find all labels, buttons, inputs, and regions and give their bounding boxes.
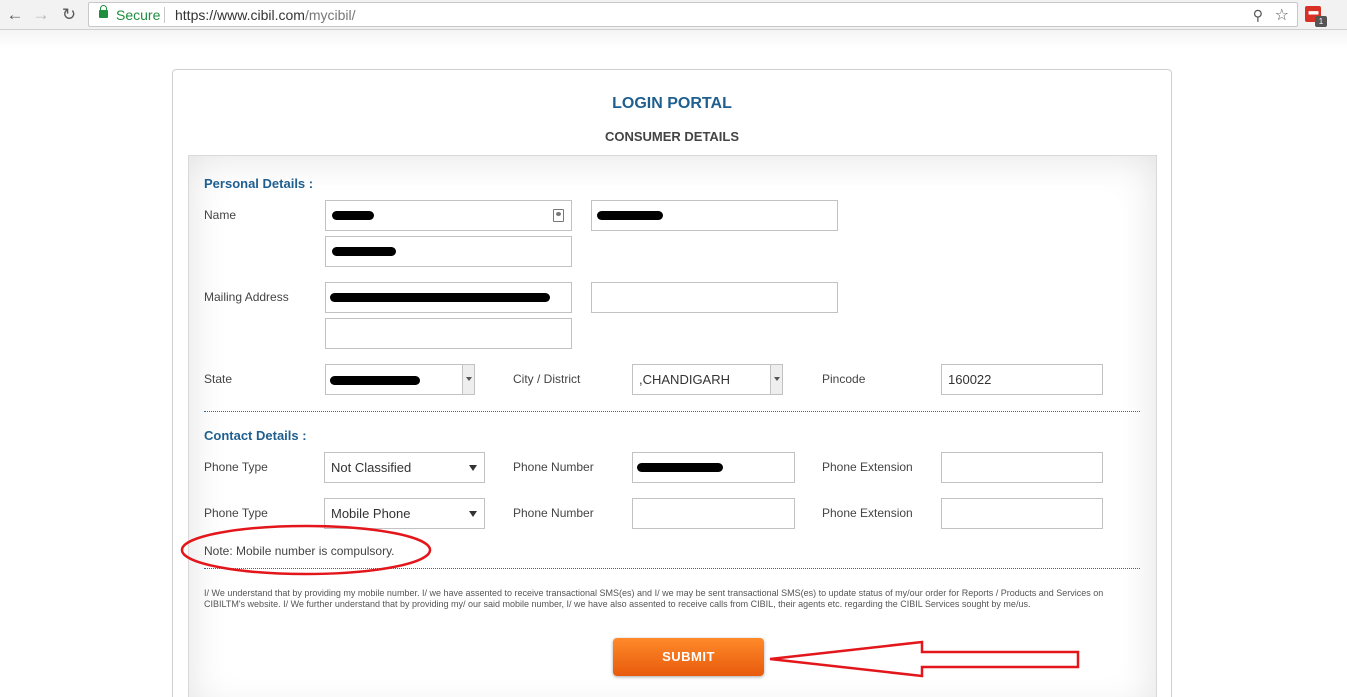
state-label: State (204, 372, 233, 386)
pincode-value: 160022 (948, 372, 992, 387)
phone-number-field[interactable] (632, 452, 795, 483)
consumer-details-form: Personal Details : Name Mailing Address … (188, 155, 1157, 697)
url-text: https://www.cibil.com/mycibil/ (175, 7, 356, 23)
forward-arrow-icon[interactable]: → (30, 4, 52, 26)
phone-number-label: Phone Number (513, 460, 594, 474)
pincode-label: Pincode (822, 372, 866, 386)
name-label: Name (204, 208, 237, 222)
lock-icon (99, 5, 108, 18)
middle-name-field[interactable] (591, 200, 838, 231)
address-line1-field[interactable] (325, 282, 572, 313)
section-divider (204, 411, 1140, 412)
mobile-number-field[interactable] (632, 498, 795, 529)
phone-extension-label: Phone Extension (822, 506, 913, 520)
phone-number-label: Phone Number (513, 506, 594, 520)
phone-type-value: Mobile Phone (331, 506, 411, 521)
contact-details-heading: Contact Details : (204, 428, 307, 443)
contact-card-icon[interactable] (553, 209, 564, 222)
reload-icon[interactable]: ↻ (58, 4, 80, 26)
phone-extension-field[interactable] (941, 452, 1103, 483)
first-name-field[interactable] (325, 200, 572, 231)
personal-details-heading: Personal Details : (204, 176, 314, 191)
chevron-down-icon[interactable] (462, 365, 474, 394)
login-portal-card: LOGIN PORTAL CONSUMER DETAILS Personal D… (172, 69, 1172, 697)
browser-toolbar: ← → ↻ Secure https://www.cibil.com/mycib… (0, 0, 1347, 30)
address-line3-field[interactable] (325, 318, 572, 349)
phone-type-select[interactable]: Not Classified (324, 452, 485, 483)
redaction-mark (332, 211, 374, 220)
sms-consent-disclaimer: I/ We understand that by providing my mo… (204, 588, 1104, 609)
key-icon[interactable]: ⚲ (1253, 7, 1263, 24)
chevron-down-icon (469, 511, 477, 517)
redaction-mark (330, 293, 550, 302)
last-name-field[interactable] (325, 236, 572, 267)
city-combobox[interactable]: ,CHANDIGARH (632, 364, 783, 395)
section-divider (204, 568, 1140, 569)
url-path: /mycibil/ (304, 7, 356, 23)
secure-label: Secure (116, 7, 161, 23)
submit-button[interactable]: SUBMIT (613, 638, 764, 676)
phone-extension-label: Phone Extension (822, 460, 913, 474)
toolbar-shadow (0, 30, 1347, 48)
redaction-mark (597, 211, 663, 220)
address-line2-field[interactable] (591, 282, 838, 313)
page-subtitle: CONSUMER DETAILS (604, 129, 740, 144)
redaction-mark (332, 247, 396, 256)
chevron-down-icon (469, 465, 477, 471)
pincode-field[interactable]: 160022 (941, 364, 1103, 395)
phone-type-value: Not Classified (331, 460, 412, 475)
city-district-label: City / District (513, 372, 581, 386)
phone-type-select[interactable]: Mobile Phone (324, 498, 485, 529)
redaction-mark (330, 376, 420, 385)
extension-badge: 1 (1315, 16, 1327, 27)
page-title: LOGIN PORTAL (612, 95, 732, 112)
star-icon[interactable]: ☆ (1275, 5, 1289, 25)
url-host: https://www.cibil.com (175, 7, 305, 23)
mobile-compulsory-note: Note: Mobile number is compulsory. (204, 544, 395, 558)
phone-type-label: Phone Type (204, 460, 268, 474)
mailing-address-label: Mailing Address (204, 290, 289, 304)
state-combobox[interactable] (325, 364, 475, 395)
chevron-down-icon[interactable] (770, 365, 782, 394)
back-arrow-icon[interactable]: ← (4, 4, 26, 26)
address-bar-divider (164, 7, 165, 23)
redaction-mark (637, 463, 723, 472)
city-value: ,CHANDIGARH (639, 372, 731, 387)
phone-extension-field[interactable] (941, 498, 1103, 529)
phone-type-label: Phone Type (204, 506, 268, 520)
address-bar[interactable]: Secure https://www.cibil.com/mycibil/ ⚲ … (88, 2, 1298, 27)
